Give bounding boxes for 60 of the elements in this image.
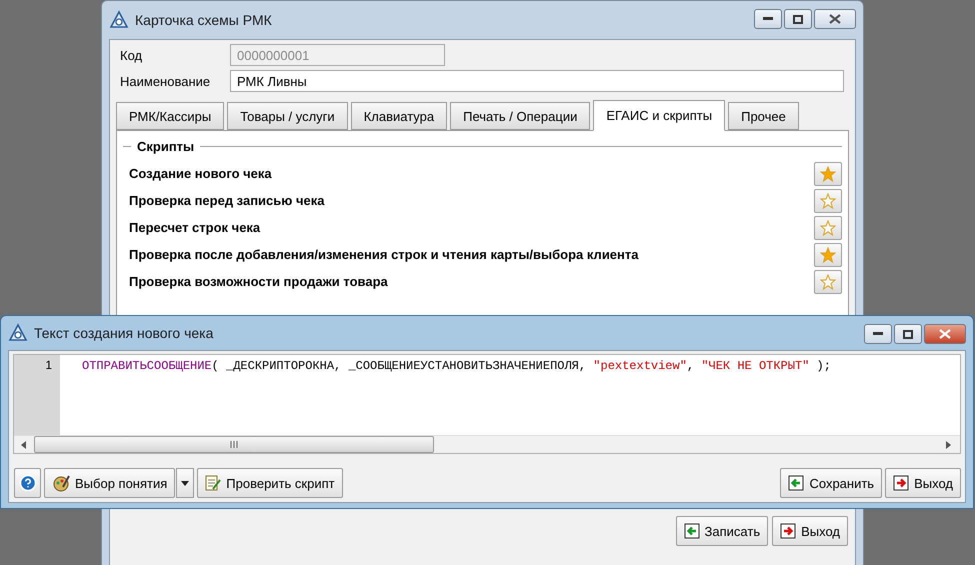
- line-number: 1: [45, 358, 52, 372]
- script-label: Проверка перед записью чека: [129, 193, 324, 208]
- dropdown-button[interactable]: [176, 468, 194, 498]
- tab[interactable]: ЕГАИС и скрипты: [593, 100, 726, 131]
- maximize-icon: [903, 330, 913, 338]
- minimize-icon: [763, 17, 773, 21]
- exit-icon: [893, 475, 910, 491]
- scrollbar-thumb[interactable]: [34, 436, 434, 453]
- caret-icon: [181, 480, 190, 486]
- exit-button[interactable]: Выход: [772, 516, 848, 546]
- star-icon: [820, 166, 836, 182]
- app-icon: [109, 10, 129, 30]
- window-title: Текст создания нового чека: [34, 325, 214, 341]
- save-icon: [788, 475, 804, 491]
- star-icon: [820, 274, 836, 290]
- tab[interactable]: Товары / услуги: [227, 102, 348, 130]
- help-button[interactable]: [14, 468, 41, 498]
- star-button[interactable]: [814, 216, 842, 240]
- input-field[interactable]: РМК Ливны: [230, 70, 844, 92]
- close-icon: [829, 14, 841, 24]
- close-button[interactable]: [924, 324, 966, 344]
- star-icon: [820, 246, 836, 262]
- field-label: Наименование: [119, 74, 212, 88]
- save-button[interactable]: Сохранить: [780, 468, 882, 498]
- concept-button[interactable]: Выбор понятия: [44, 468, 176, 498]
- star-icon: [820, 192, 836, 208]
- star-icon: [820, 220, 836, 236]
- palette-icon: [52, 474, 70, 492]
- star-button[interactable]: [814, 242, 842, 266]
- field-label: Код: [119, 48, 144, 62]
- star-button[interactable]: [814, 188, 842, 212]
- maximize-icon: [793, 14, 803, 24]
- minimize-button[interactable]: [754, 9, 782, 29]
- script-label: Пересчет строк чека: [129, 220, 260, 235]
- exit-button[interactable]: Выход: [885, 468, 961, 498]
- maximize-button[interactable]: [894, 324, 922, 344]
- notepad-icon: [205, 474, 222, 492]
- minimize-button[interactable]: [864, 324, 892, 344]
- app-icon: [8, 323, 28, 343]
- star-button[interactable]: [814, 270, 842, 294]
- save-icon: [684, 523, 700, 539]
- group-title: Скрипты: [137, 139, 194, 154]
- maximize-button[interactable]: [784, 9, 812, 29]
- script-label: Создание нового чека: [129, 166, 272, 181]
- close-icon: [939, 329, 951, 339]
- tab[interactable]: Прочее: [728, 102, 799, 130]
- save-button[interactable]: Записать: [676, 516, 768, 546]
- minimize-icon: [873, 332, 883, 336]
- check-script-button[interactable]: Проверить скрипт: [197, 468, 343, 498]
- exit-icon: [780, 523, 796, 539]
- script-label: Проверка возможности продажи товара: [129, 274, 388, 289]
- code-line: ОТПРАВИТЬСООБЩЕНИЕ( _ДЕСКРИПТОРОКНА, _СООБЩЕНИЕУСТАНОВИТЬЗНАЧЕНИЕПОЛЯ, "pextextview", "ЧЕК НЕ ОТКРЫТ" );: [82, 359, 831, 373]
- tab[interactable]: РМК/Кассиры: [116, 102, 224, 130]
- close-button[interactable]: [814, 9, 856, 29]
- script-label: Проверка после добавления/изменения строк и чтения карты/выбора клиента: [129, 247, 638, 262]
- tab[interactable]: Клавиатура: [350, 102, 448, 130]
- star-button[interactable]: [814, 162, 842, 186]
- window-title: Карточка схемы РМК: [135, 12, 273, 28]
- tab[interactable]: Печать / Операции: [450, 102, 590, 130]
- help-icon: [18, 474, 36, 492]
